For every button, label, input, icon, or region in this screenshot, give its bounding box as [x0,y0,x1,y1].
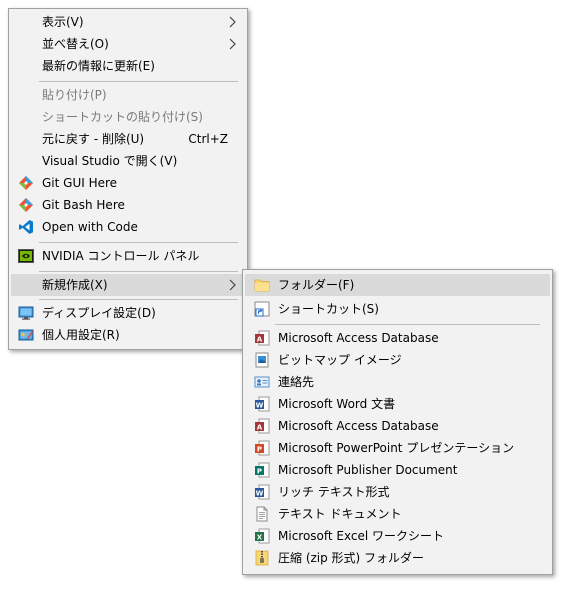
menu-item-label: リッチ テキスト形式 [278,485,390,499]
svg-text:A: A [257,424,263,432]
personalize-icon [18,329,34,341]
menu-separator [39,81,238,82]
menu-item-label: 並べ替え(O) [42,37,109,51]
menu-item-open-visual-studio[interactable]: Visual Studio で開く(V) [11,150,245,172]
submenu-item-access-database-2[interactable]: A Microsoft Access Database [245,415,550,437]
svg-text:W: W [256,490,264,498]
menu-separator [39,271,238,272]
menu-item-new[interactable]: 新規作成(X) [11,274,245,296]
menu-item-label: 表示(V) [42,15,84,29]
contact-icon [254,376,270,388]
menu-item-git-bash[interactable]: Git Bash Here [11,194,245,216]
menu-item-view[interactable]: 表示(V) [11,11,245,33]
svg-text:P: P [257,446,262,454]
menu-item-label: Microsoft Excel ワークシート [278,529,445,543]
rtf-icon: W [255,484,270,500]
menu-item-label: Microsoft Publisher Document [278,463,458,477]
folder-icon [254,279,270,292]
zip-folder-icon [255,550,269,566]
menu-item-label: 元に戻す - 削除(U) [42,132,145,146]
vscode-icon [19,220,33,234]
nvidia-icon [18,249,34,263]
menu-item-label: Open with Code [42,220,138,234]
chevron-right-icon [229,16,236,28]
menu-separator [275,324,540,325]
desktop-context-menu: 表示(V) 並べ替え(O) 最新の情報に更新(E) 貼り付け(P) ショートカッ… [8,8,248,350]
submenu-item-excel-worksheet[interactable]: X Microsoft Excel ワークシート [245,525,550,547]
menu-item-label: Microsoft PowerPoint プレゼンテーション [278,441,515,455]
powerpoint-icon: P [255,440,270,456]
text-document-icon [256,506,268,522]
menu-item-label: Microsoft Access Database [278,331,439,345]
menu-item-label: ディスプレイ設定(D) [42,306,156,320]
bitmap-icon [255,352,269,368]
menu-item-label: Visual Studio で開く(V) [42,154,178,168]
publisher-icon: P [255,462,270,478]
submenu-item-powerpoint-presentation[interactable]: P Microsoft PowerPoint プレゼンテーション [245,437,550,459]
submenu-item-new-shortcut[interactable]: ショートカット(S) [245,298,550,320]
menu-item-paste-shortcut[interactable]: ショートカットの貼り付け(S) [11,106,245,128]
menu-item-label: NVIDIA コントロール パネル [42,249,200,263]
menu-item-label: Git GUI Here [42,176,118,190]
access-icon: A [255,330,270,346]
menu-item-label: ショートカットの貼り付け(S) [42,110,203,124]
submenu-item-access-database[interactable]: A Microsoft Access Database [245,327,550,349]
menu-item-label: 圧縮 (zip 形式) フォルダー [278,551,425,565]
submenu-item-zip-folder[interactable]: 圧縮 (zip 形式) フォルダー [245,547,550,569]
git-icon [19,198,33,212]
access-icon: A [255,418,270,434]
menu-item-sort[interactable]: 並べ替え(O) [11,33,245,55]
menu-separator [39,242,238,243]
svg-text:P: P [257,468,262,476]
menu-item-label: 連絡先 [278,375,315,389]
menu-item-nvidia-control-panel[interactable]: NVIDIA コントロール パネル [11,245,245,267]
menu-item-label: 最新の情報に更新(E) [42,59,155,73]
menu-item-display-settings[interactable]: ディスプレイ設定(D) [11,302,245,324]
menu-item-label: Microsoft Access Database [278,419,439,433]
submenu-item-bitmap-image[interactable]: ビットマップ イメージ [245,349,550,371]
menu-item-label: 新規作成(X) [42,278,108,292]
menu-item-label: 個人用設定(R) [42,328,120,342]
svg-text:X: X [257,534,263,542]
menu-item-git-gui[interactable]: Git GUI Here [11,172,245,194]
new-submenu: フォルダー(F) ショートカット(S) A Microsoft Access D… [242,269,553,575]
git-icon [19,176,33,190]
menu-item-paste[interactable]: 貼り付け(P) [11,84,245,106]
svg-text:W: W [256,402,264,410]
submenu-item-publisher-document[interactable]: P Microsoft Publisher Document [245,459,550,481]
menu-item-undo-delete[interactable]: 元に戻す - 削除(U) Ctrl+Z [11,128,245,150]
display-icon [18,306,34,320]
submenu-item-new-folder[interactable]: フォルダー(F) [245,274,550,296]
svg-text:A: A [257,336,263,344]
submenu-item-text-document[interactable]: テキスト ドキュメント [245,503,550,525]
menu-item-label: ショートカット(S) [278,302,379,316]
chevron-right-icon [229,38,236,50]
menu-item-shortcut: Ctrl+Z [188,132,228,146]
menu-item-label: Microsoft Word 文書 [278,397,396,411]
menu-item-label: フォルダー(F) [278,278,355,292]
submenu-item-rich-text[interactable]: W リッチ テキスト形式 [245,481,550,503]
menu-item-refresh[interactable]: 最新の情報に更新(E) [11,55,245,77]
menu-item-label: ビットマップ イメージ [278,353,402,367]
excel-icon: X [255,528,270,544]
submenu-item-contact[interactable]: 連絡先 [245,371,550,393]
menu-separator [39,299,238,300]
shortcut-icon [254,301,270,317]
menu-item-label: Git Bash Here [42,198,125,212]
submenu-item-word-document[interactable]: W Microsoft Word 文書 [245,393,550,415]
menu-item-label: テキスト ドキュメント [278,507,402,521]
menu-item-open-with-code[interactable]: Open with Code [11,216,245,238]
menu-item-label: 貼り付け(P) [42,88,107,102]
menu-item-personalize[interactable]: 個人用設定(R) [11,324,245,346]
chevron-right-icon [229,279,236,291]
word-icon: W [255,396,270,412]
